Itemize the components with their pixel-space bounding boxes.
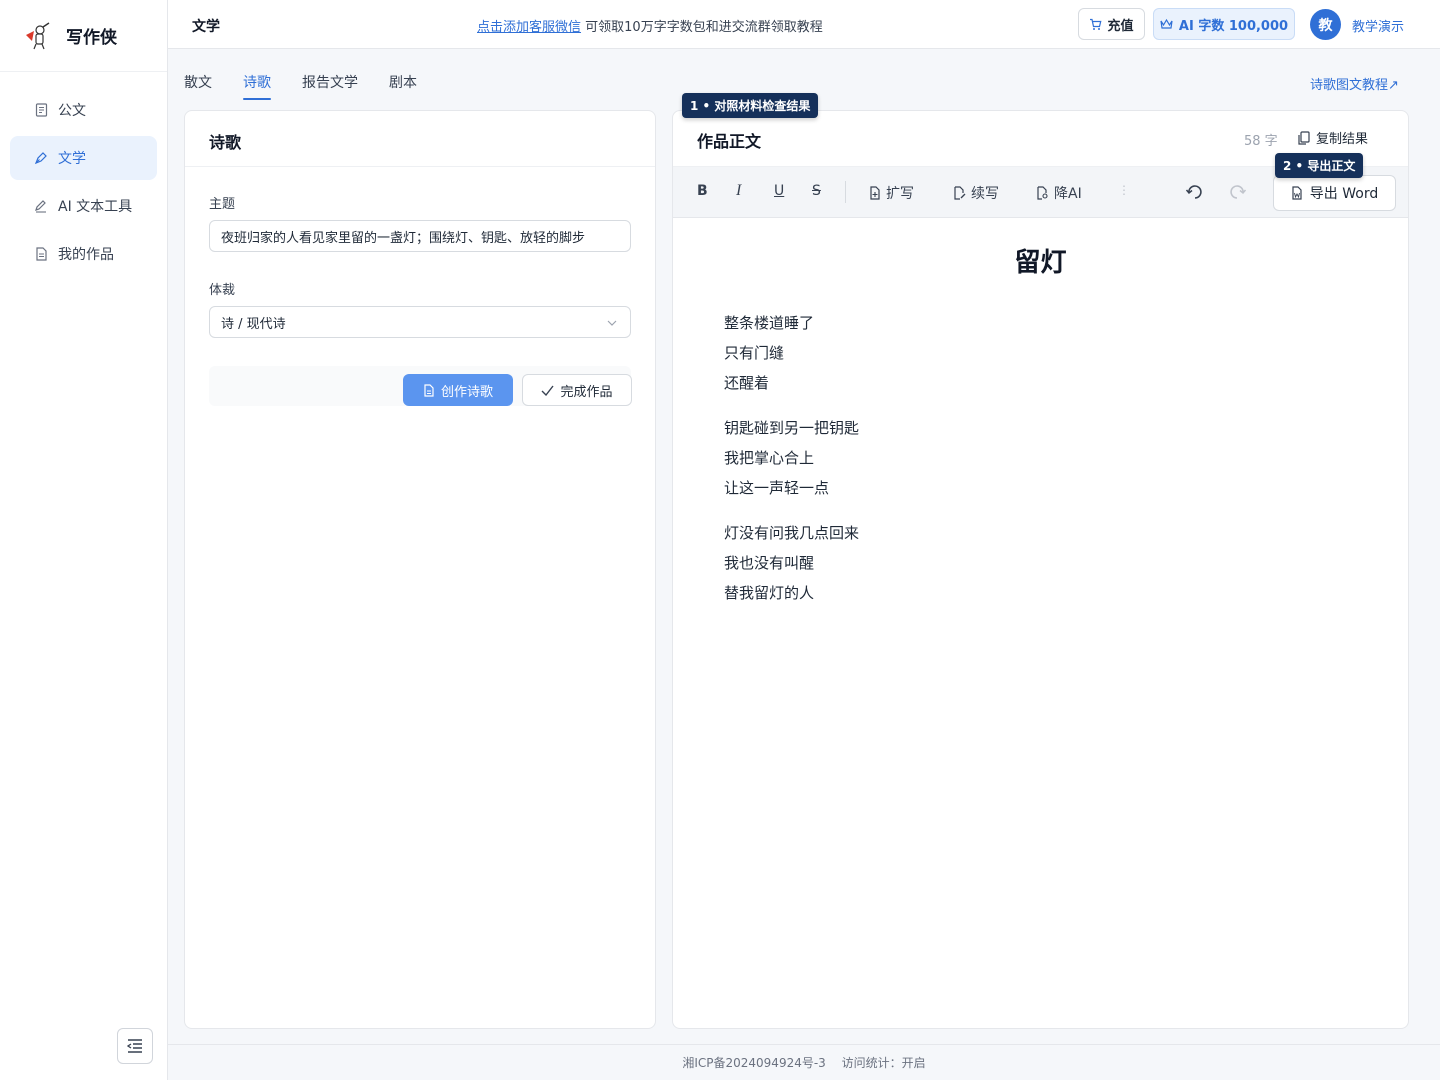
- sidebar-item-label: 文学: [58, 151, 86, 167]
- genre-label: 体裁: [209, 283, 236, 298]
- export-word-button[interactable]: 导出 Word: [1273, 175, 1396, 211]
- add-wechat-link[interactable]: 点击添加客服微信: [477, 20, 581, 35]
- poem-title: 留灯: [1014, 248, 1067, 278]
- poem-line: 让这一声轻一点: [724, 479, 830, 497]
- genre-tabs: 散文 诗歌 报告文学 剧本: [184, 72, 448, 100]
- poem-line: 只有门缝: [724, 344, 785, 362]
- poem-stanza: 整条楼道睡了 只有门缝 还醒着: [724, 308, 814, 398]
- word-count: 58 字: [1244, 134, 1278, 149]
- copy-result-label: 复制结果: [1316, 132, 1369, 147]
- topic-input[interactable]: 夜班归家的人看见家里留的一盏灯；围绕灯、钥匙、放轻的脚步: [209, 220, 631, 252]
- editor-panel: 作品正文 58 字 复制结果 B I U S 扩写 续写 降AI ⋮ 导出 Wo…: [672, 110, 1409, 1029]
- collapse-sidebar-button[interactable]: [117, 1028, 153, 1064]
- editor-title: 作品正文: [697, 132, 762, 151]
- bold-button[interactable]: B: [697, 183, 708, 199]
- tour-badge-export[interactable]: 2 • 导出正文: [1275, 153, 1364, 178]
- tab-script[interactable]: 剧本: [389, 72, 417, 100]
- recharge-button[interactable]: 充值: [1078, 8, 1145, 40]
- sidebar-item-my-works[interactable]: 我的作品: [10, 232, 157, 276]
- finish-work-label: 完成作品: [560, 384, 613, 400]
- redo-button[interactable]: [1229, 182, 1247, 200]
- sidebar-item-label: AI 文本工具: [58, 199, 133, 215]
- tour-badge-check-material[interactable]: 1 • 对照材料检查结果: [682, 93, 819, 118]
- more-options-button[interactable]: ⋮: [1118, 183, 1130, 197]
- poem-line: 灯没有问我几点回来: [724, 524, 860, 542]
- poem-stanza: 钥匙碰到另一把钥匙 我把掌心合上 让这一声轻一点: [724, 413, 859, 503]
- icp-link[interactable]: 湘ICP备2024094924号-3: [682, 1056, 825, 1070]
- edit-icon: [34, 199, 48, 213]
- crown-icon: [1160, 18, 1173, 29]
- sidebar-item-official-docs[interactable]: 公文: [10, 88, 157, 132]
- sidebar-item-literature[interactable]: 文学: [10, 136, 157, 180]
- toolbar-divider: [845, 181, 846, 203]
- file-search-icon: [1037, 186, 1048, 200]
- pen-nib-icon: [34, 151, 48, 165]
- continue-writing-button[interactable]: 续写: [953, 183, 999, 203]
- finish-work-button[interactable]: 完成作品: [522, 374, 632, 406]
- page-title: 文学: [192, 19, 220, 35]
- topic-label: 主题: [209, 197, 236, 212]
- poem-line: 我也没有叫醒: [724, 554, 815, 572]
- redo-icon: [1230, 185, 1247, 199]
- expand-button[interactable]: 扩写: [869, 183, 914, 203]
- poem-line: 整条楼道睡了: [724, 314, 815, 332]
- poem-line: 钥匙碰到另一把钥匙: [724, 419, 860, 437]
- tab-poetry[interactable]: 诗歌: [243, 72, 271, 100]
- genre-select[interactable]: 诗 / 现代诗: [209, 306, 631, 338]
- genre-select-value: 诗 / 现代诗: [221, 316, 286, 332]
- file-icon: [424, 383, 434, 397]
- poem-line: 我把掌心合上: [724, 449, 815, 467]
- form-panel-title: 诗歌: [185, 111, 655, 167]
- brand-name: 写作侠: [66, 28, 117, 48]
- chevron-down-icon: [607, 320, 617, 326]
- file-icon: [34, 247, 48, 261]
- reduce-ai-button[interactable]: 降AI: [1036, 183, 1082, 203]
- tab-prose[interactable]: 散文: [184, 72, 212, 100]
- file-edit-icon: [954, 186, 966, 200]
- underline-button[interactable]: U: [774, 183, 784, 199]
- file-plus-icon: [870, 186, 880, 200]
- document-icon: [34, 103, 48, 117]
- undo-icon: [1185, 185, 1202, 199]
- recharge-label: 充值: [1107, 18, 1134, 34]
- poetry-form-panel: 诗歌 主题 夜班归家的人看见家里留的一盏灯；围绕灯、钥匙、放轻的脚步 体裁 诗 …: [184, 110, 656, 1029]
- create-poem-button[interactable]: 创作诗歌: [403, 374, 513, 406]
- sidebar-item-ai-text-tools[interactable]: AI 文本工具: [10, 184, 157, 228]
- poem-stanza: 灯没有问我几点回来 我也没有叫醒 替我留灯的人: [724, 518, 859, 608]
- poem-line: 替我留灯的人: [724, 584, 815, 602]
- sidebar-item-label: 公文: [58, 103, 86, 119]
- top-header: 文学 点击添加客服微信 可领取10万字字数包和进交流群领取教程 充值 AI 字数…: [168, 0, 1440, 49]
- cart-icon: [1090, 18, 1102, 30]
- sidebar-nav: 公文 文学 AI 文本工具 我的作品: [0, 72, 167, 276]
- promo-text: 可领取10万字字数包和进交流群领取教程: [581, 20, 823, 35]
- check-icon: [541, 385, 555, 396]
- strikethrough-button[interactable]: S: [812, 183, 821, 199]
- visit-stats: 访问统计：开启: [841, 1056, 926, 1070]
- reduce-ai-label: 降AI: [1054, 186, 1082, 202]
- create-poem-label: 创作诗歌: [440, 384, 493, 400]
- poetry-tutorial-link[interactable]: 诗歌图文教程↗: [1310, 74, 1399, 93]
- ai-count-label: AI 字数 100,000: [1178, 18, 1289, 34]
- expand-label: 扩写: [886, 186, 914, 202]
- ai-word-count-badge[interactable]: AI 字数 100,000: [1153, 8, 1295, 40]
- collapse-menu-icon: [127, 1039, 142, 1053]
- promo-banner: 点击添加客服微信 可领取10万字字数包和进交流群领取教程: [477, 16, 823, 35]
- copy-result-button[interactable]: 复制结果: [1298, 128, 1368, 147]
- italic-button[interactable]: I: [736, 182, 741, 200]
- word-file-icon: [1292, 186, 1302, 200]
- export-word-label: 导出 Word: [1309, 186, 1379, 202]
- tab-reportage[interactable]: 报告文学: [302, 72, 358, 100]
- continue-writing-label: 续写: [971, 186, 999, 202]
- footer: 湘ICP备2024094924号-3 访问统计：开启: [168, 1044, 1440, 1080]
- sidebar-item-label: 我的作品: [58, 247, 114, 263]
- brand[interactable]: 写作侠: [0, 0, 167, 72]
- poem-line: 还醒着: [724, 374, 770, 392]
- user-name[interactable]: 教学演示: [1352, 16, 1404, 35]
- copy-icon: [1298, 130, 1310, 145]
- undo-button[interactable]: [1185, 182, 1203, 200]
- brand-logo-icon: [26, 21, 50, 49]
- user-avatar[interactable]: 教: [1310, 9, 1341, 40]
- sidebar: 写作侠 公文 文学 AI 文本工具 我的作品: [0, 0, 168, 1080]
